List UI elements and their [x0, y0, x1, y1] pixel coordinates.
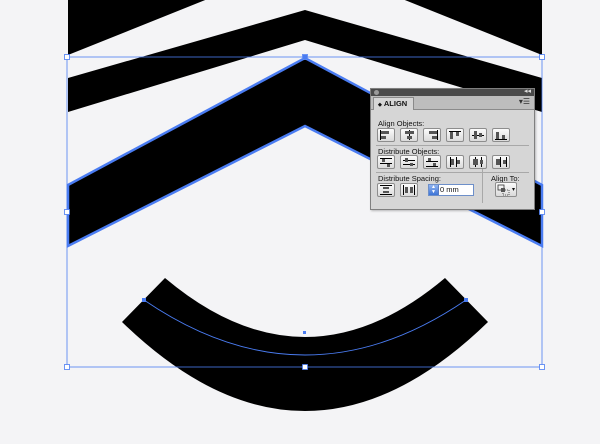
tab-options-icon: ◆ [378, 102, 382, 108]
vertical-distribute-center-button[interactable] [400, 155, 418, 169]
vertical-distribute-bottom-button[interactable] [423, 155, 441, 169]
handle-top-left [64, 54, 70, 60]
horizontal-distribute-right-icon [496, 157, 507, 167]
horizontal-align-center-icon [405, 130, 414, 140]
horizontal-distribute-space-button[interactable] [400, 183, 418, 197]
horizontal-align-center-button[interactable] [400, 128, 418, 142]
tab-align-label: ALIGN [383, 99, 408, 108]
horizontal-distribute-space-icon [403, 185, 415, 195]
horizontal-align-left-icon [380, 130, 389, 140]
vertical-distribute-center-icon [403, 158, 415, 166]
align-panel[interactable]: ◂◂ ◆ ALIGN ▾☰ Align Objects: Distribute O… [370, 88, 535, 210]
anchor-point-left [142, 298, 146, 302]
horizontal-align-right-button[interactable] [423, 128, 441, 142]
panel-vertical-divider [482, 169, 483, 203]
vertical-align-bottom-icon [495, 132, 507, 140]
collapse-panel-icon[interactable]: ◂◂ [524, 88, 531, 96]
vertical-distribute-space-icon [380, 185, 392, 195]
panel-divider [376, 172, 529, 173]
vertical-align-center-icon [472, 131, 484, 139]
vertical-distribute-bottom-icon [426, 158, 438, 167]
distribute-spacing-label: Distribute Spacing: [378, 174, 441, 183]
horizontal-distribute-right-button[interactable] [492, 155, 510, 169]
spacing-value: 0 mm [440, 185, 459, 194]
tab-align[interactable]: ◆ ALIGN [373, 97, 415, 110]
vertical-align-top-button[interactable] [446, 128, 464, 142]
spacing-value-field[interactable]: ▲ ▼ 0 mm [428, 184, 474, 196]
panel-divider [376, 145, 529, 146]
smile-arc[interactable] [122, 278, 488, 411]
vertical-distribute-space-button[interactable] [377, 183, 395, 197]
align-objects-buttons [377, 128, 510, 142]
horizontal-align-right-icon [429, 130, 438, 140]
anchor-point-apex [303, 55, 307, 59]
panel-tab-bar: ◆ ALIGN ▾☰ [371, 96, 534, 110]
vertical-align-top-icon [449, 131, 461, 139]
horizontal-align-left-button[interactable] [377, 128, 395, 142]
handle-middle-right [539, 209, 545, 215]
handle-top-right [539, 54, 545, 60]
horizontal-distribute-center-icon [473, 157, 483, 167]
vertical-align-center-button[interactable] [469, 128, 487, 142]
handle-bottom-left [64, 364, 70, 370]
anchor-point-right [464, 298, 468, 302]
handle-bottom-center [302, 364, 308, 370]
close-icon[interactable] [374, 90, 379, 95]
artboard [64, 0, 545, 411]
vertical-distribute-top-button[interactable] [377, 155, 395, 169]
center-point [303, 331, 306, 334]
panel-menu-icon[interactable]: ▾☰ [519, 98, 530, 106]
vertical-align-bottom-button[interactable] [492, 128, 510, 142]
distribute-objects-buttons [377, 155, 510, 169]
panel-title-bar[interactable]: ◂◂ [371, 88, 534, 96]
chevron-down-icon: ▾ [511, 187, 515, 193]
handle-bottom-right [539, 364, 545, 370]
horizontal-distribute-center-button[interactable] [469, 155, 487, 169]
distribute-spacing-buttons [377, 183, 418, 197]
handle-middle-left [64, 209, 70, 215]
horizontal-distribute-left-icon [450, 157, 460, 167]
align-to-key-object-icon [497, 184, 510, 196]
spacing-stepper-icon[interactable]: ▲ ▼ [429, 185, 439, 195]
align-objects-label: Align Objects: [378, 119, 425, 128]
align-to-dropdown[interactable]: ▾ [495, 182, 517, 197]
horizontal-distribute-left-button[interactable] [446, 155, 464, 169]
vertical-distribute-top-icon [380, 158, 392, 167]
